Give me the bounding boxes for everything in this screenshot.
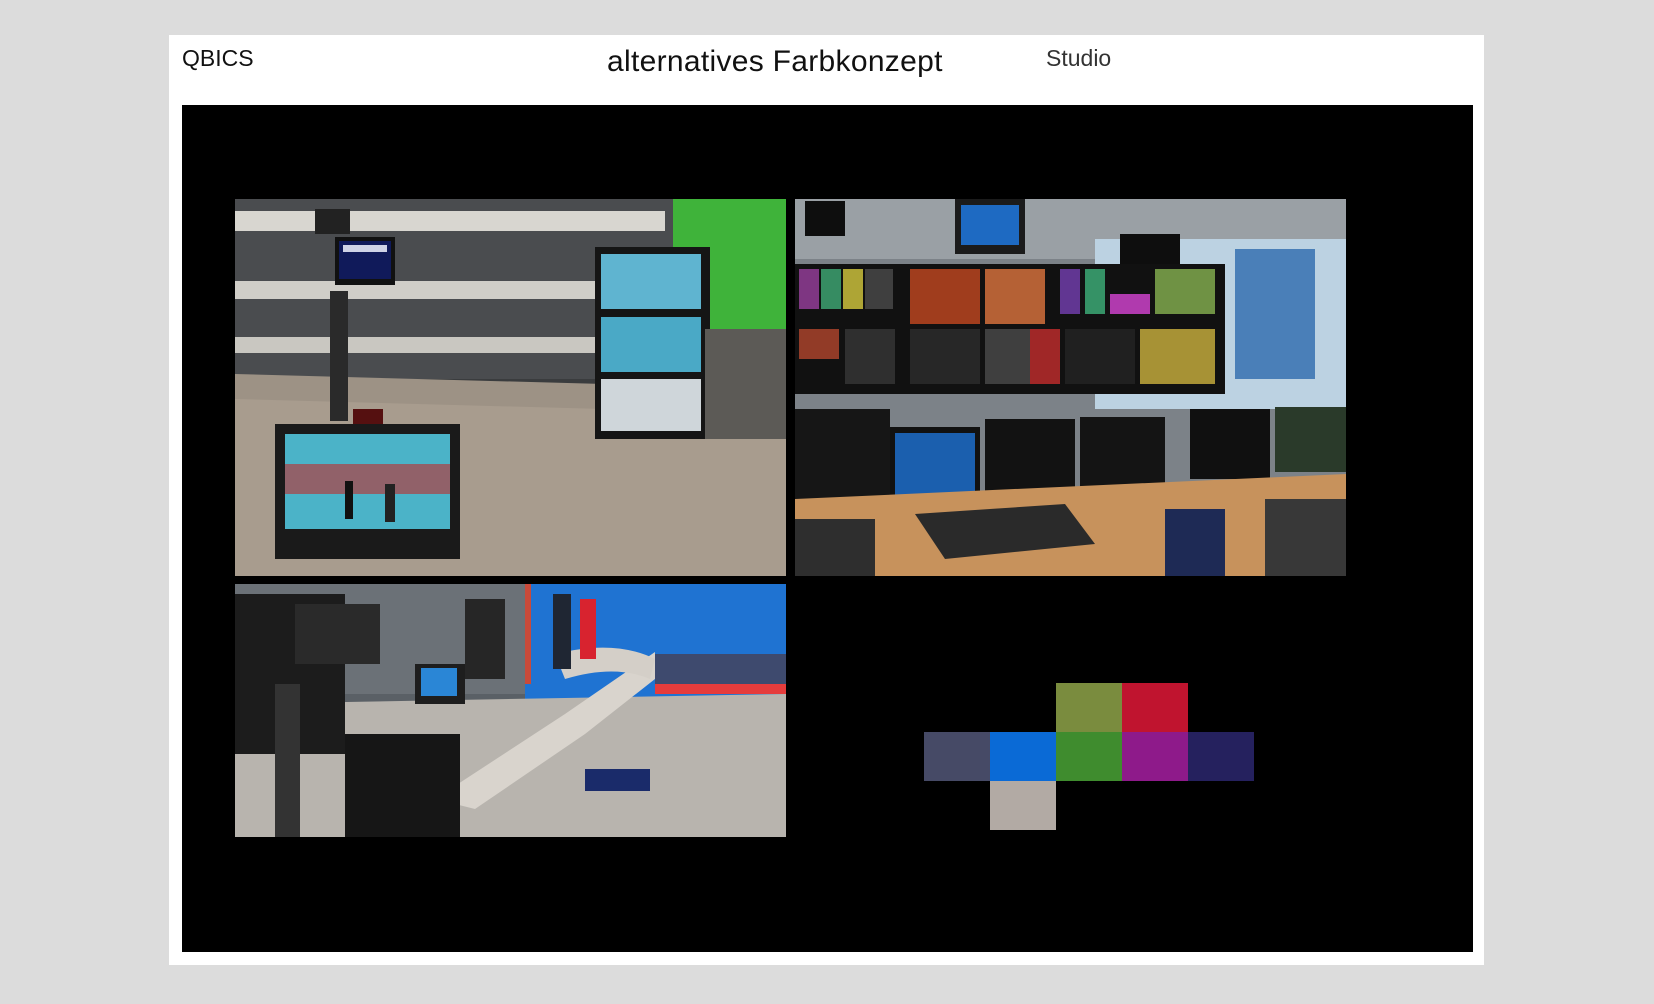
- control-room-photo: [795, 199, 1346, 576]
- news-studio-photo: [235, 584, 786, 837]
- page-sheet: QBICS alternatives Farbkonzept Studio: [169, 35, 1484, 965]
- presentation-panel: [182, 105, 1473, 952]
- palette-swatch-green: [1056, 732, 1122, 781]
- palette-swatch-taupe: [990, 781, 1056, 830]
- studio-floor-photo: [235, 199, 786, 576]
- palette-swatch-red: [1122, 683, 1188, 732]
- palette-swatch-olive: [1056, 683, 1122, 732]
- page-title: alternatives Farbkonzept: [607, 45, 943, 78]
- palette-swatch-purple: [1122, 732, 1188, 781]
- section-label: Studio: [1046, 45, 1112, 71]
- palette-swatch-blue: [990, 732, 1056, 781]
- palette-swatch-slate: [924, 732, 990, 781]
- brand-label: QBICS: [182, 45, 254, 71]
- palette-swatch-navy: [1188, 732, 1254, 781]
